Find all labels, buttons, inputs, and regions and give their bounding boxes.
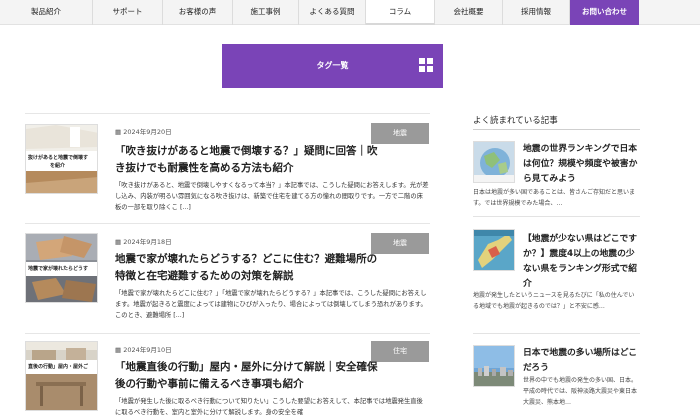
article-thumbnail[interactable]: 地震で家が壊れたらどうす xyxy=(25,233,98,303)
article-date: ▦ 2024年9月20日 xyxy=(115,126,172,136)
calendar-icon: ▦ xyxy=(115,128,122,136)
thumbnail-caption-line2: を紹介 xyxy=(50,163,66,169)
tag-list-banner[interactable]: タグ一覧 xyxy=(222,44,443,88)
popular-article-excerpt: 地震が発生したというニュースを見るたびに「私の住んでいる地域でも地震が起きるので… xyxy=(473,292,635,310)
sidebar-divider xyxy=(473,333,640,334)
nav-item-company[interactable]: 会社概要 xyxy=(435,0,503,25)
article-thumbnail[interactable]: 抜けがあると地震で倒壊す を紹介 xyxy=(25,124,98,194)
popular-articles-heading: よく読まれている記事 xyxy=(473,116,558,126)
nav-item-column[interactable]: コラム xyxy=(366,0,435,25)
popular-article-excerpt: 日本は地震が多い国であることは、皆さんご存知だと思います。では世界規模でみた場合… xyxy=(473,189,635,207)
article-title[interactable]: 地震で家が壊れたらどうする？どこに住む？避難場所の特徴と在宅避難するための対策を… xyxy=(115,251,381,285)
article-date: ▦ 2024年9月18日 xyxy=(115,236,172,246)
nav-item-faq[interactable]: よくある質問 xyxy=(299,0,366,25)
article-title[interactable]: 「吹き抜けがあると地震で倒壊する？」疑問に回答｜吹き抜けでも耐震性を高める方法も… xyxy=(115,143,381,177)
thumbnail-caption: 抜けがあると地震で倒壊す xyxy=(28,155,89,161)
calendar-icon: ▦ xyxy=(115,238,122,246)
article-divider xyxy=(25,113,430,114)
popular-article-excerpt: 世界の中でも地震の発生の多い国、日本。平成の時代では、阪神淡路大震災や東日本大震… xyxy=(523,377,638,406)
tag-list-label: タグ一覧 xyxy=(316,61,349,70)
popular-article-thumbnail[interactable] xyxy=(473,229,515,271)
calendar-icon: ▦ xyxy=(115,346,122,354)
article-excerpt: 「地震が発生した後に取るべき行動について知りたい」こうした要望にお答えして、本記… xyxy=(115,398,423,416)
article-date: ▦ 2024年9月10日 xyxy=(115,344,172,354)
article-title[interactable]: 「地震直後の行動」屋内・屋外に分けて解説｜安全確保後の行動や事前に備えるべき事項… xyxy=(115,359,381,393)
popular-article-title[interactable]: 【地震が少ない県はどこですか？】震度4以上の地震の少ない県をランキング形式で紹介 xyxy=(523,232,640,292)
article-thumbnail[interactable]: 直後の行動」屋内・屋外ご xyxy=(25,341,98,411)
category-badge[interactable]: 地震 xyxy=(371,123,429,144)
sidebar-divider xyxy=(473,216,640,217)
grid-icon[interactable] xyxy=(419,58,433,72)
popular-article-thumbnail[interactable] xyxy=(473,141,515,183)
top-navigation: 製品紹介 サポート お客様の声 施工事例 よくある質問 コラム 会社概要 採用情… xyxy=(0,0,700,25)
article-excerpt: 「吹き抜けがあると、地震で倒壊しやすくなるって本当？」本記事では、こうした疑問に… xyxy=(115,182,429,211)
article-card[interactable]: 抜けがあると地震で倒壊す を紹介 ▦ 2024年9月20日 地震 「吹き抜けがあ… xyxy=(25,123,430,223)
nav-item-case-studies[interactable]: 施工事例 xyxy=(233,0,299,25)
popular-article-title[interactable]: 地震の世界ランキングで日本は何位？規模や頻度や被害から見てみよう xyxy=(523,142,640,187)
nav-item-testimonials[interactable]: お客様の声 xyxy=(163,0,233,25)
date-text: 2024年9月20日 xyxy=(123,128,172,136)
article-divider xyxy=(25,223,430,224)
date-text: 2024年9月18日 xyxy=(123,238,172,246)
thumbnail-caption: 直後の行動」屋内・屋外ご xyxy=(28,364,89,370)
nav-item-support[interactable]: サポート xyxy=(93,0,163,25)
article-card[interactable]: 直後の行動」屋内・屋外ご ▦ 2024年9月10日 住宅 「地震直後の行動」屋内… xyxy=(25,341,430,420)
date-text: 2024年9月10日 xyxy=(123,346,172,354)
article-divider xyxy=(25,333,430,334)
nav-item-products[interactable]: 製品紹介 xyxy=(0,0,93,25)
contact-button[interactable]: お問い合わせ xyxy=(570,0,639,25)
popular-article-title[interactable]: 日本で地震の多い場所はどこだろう xyxy=(523,346,640,376)
heading-underline xyxy=(473,129,640,130)
thumbnail-caption: 地震で家が壊れたらどうす xyxy=(28,266,89,272)
nav-item-recruit[interactable]: 採用情報 xyxy=(503,0,570,25)
article-card[interactable]: 地震で家が壊れたらどうす ▦ 2024年9月18日 地震 地震で家が壊れたらどう… xyxy=(25,233,430,333)
article-excerpt: 「地震で家が壊れたらどこに住む？」「地震で家が壊れたらどうする？」本記事では、こ… xyxy=(115,290,427,319)
